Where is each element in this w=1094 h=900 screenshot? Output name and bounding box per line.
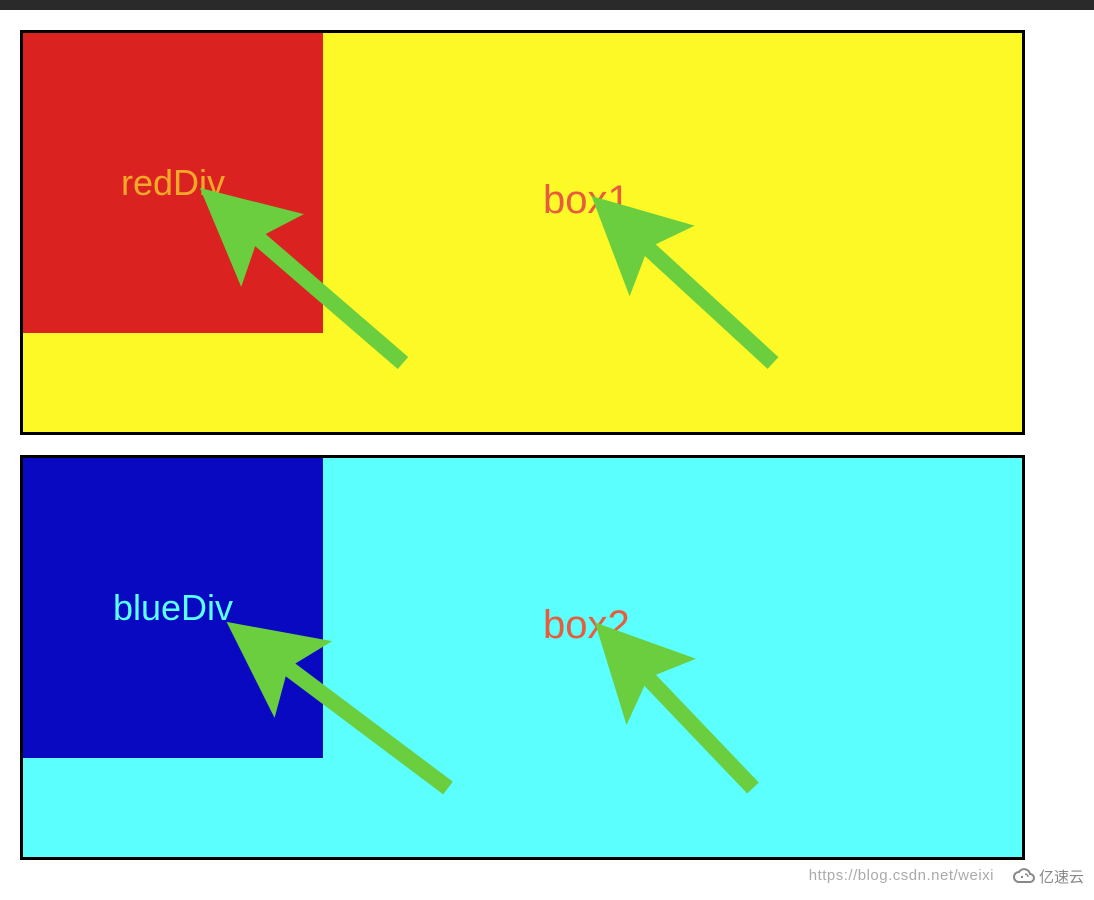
box1-label: box1 bbox=[543, 178, 630, 223]
box2-container: blueDiv box2 bbox=[20, 455, 1025, 860]
blue-div: blueDiv bbox=[23, 458, 323, 758]
box2-label: box2 bbox=[543, 603, 630, 648]
watermark-logo-text: 亿速云 bbox=[1039, 866, 1084, 887]
red-div-label: redDiv bbox=[121, 162, 225, 204]
watermark-url: https://blog.csdn.net/weixi bbox=[809, 867, 994, 884]
content-area: redDiv box1 bbox=[0, 10, 1094, 900]
red-div: redDiv bbox=[23, 33, 323, 333]
arrow-to-box1-label bbox=[613, 218, 813, 403]
blue-div-label: blueDiv bbox=[113, 587, 233, 629]
browser-top-bar bbox=[0, 0, 1094, 10]
watermark-logo: 亿速云 bbox=[1012, 864, 1084, 888]
arrow-to-box2-label bbox=[613, 648, 813, 833]
box1-container: redDiv box1 bbox=[20, 30, 1025, 435]
cloud-icon bbox=[1012, 864, 1036, 888]
